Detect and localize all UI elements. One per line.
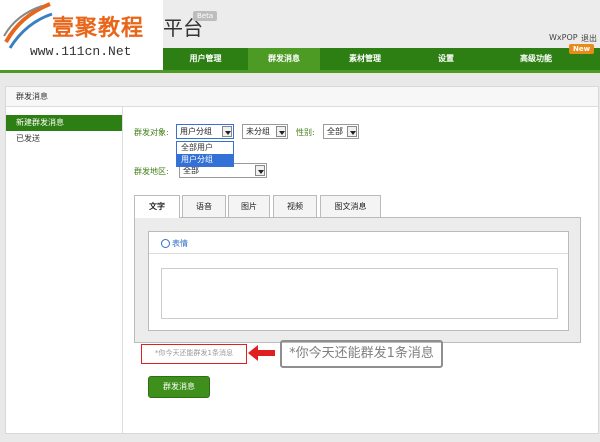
message-editor: 表情 <box>148 231 569 331</box>
send-mass-message-button[interactable]: 群发消息 <box>148 376 210 398</box>
header: 壹聚教程 www.111cn.Net 平台 Beta WxPOP 退出 用户管理… <box>0 0 600 70</box>
target-select[interactable]: 用户分组 <box>176 124 234 139</box>
site-logo[interactable]: 壹聚教程 www.111cn.Net <box>0 0 163 70</box>
emoji-button[interactable]: 表情 <box>172 238 188 249</box>
target-select-value: 用户分组 <box>180 127 212 136</box>
gender-label: 性别: <box>296 128 315 137</box>
main-nav: 用户管理 群发消息 素材管理 设置 高级功能 <box>163 48 600 70</box>
editor-toolbar: 表情 <box>149 232 568 254</box>
remaining-count-text: *你今天还能群发1条消息 <box>141 344 247 364</box>
nav-user-management[interactable]: 用户管理 <box>163 48 248 70</box>
sidebar: 新建群发消息 已发送 <box>6 107 123 434</box>
chevron-down-icon <box>276 126 286 137</box>
nav-mass-message[interactable]: 群发消息 <box>248 48 320 70</box>
sidebar-item-new-mass-message[interactable]: 新建群发消息 <box>6 115 122 131</box>
nav-settings[interactable]: 设置 <box>410 48 482 70</box>
tab-text[interactable]: 文字 <box>134 195 180 218</box>
target-option-all-users[interactable]: 全部用户 <box>177 142 233 154</box>
user-name-link[interactable]: WxPOP <box>549 33 578 42</box>
gender-select[interactable]: 全部 <box>323 124 359 139</box>
logo-url: www.111cn.Net <box>30 44 132 59</box>
group-select[interactable]: 未分组 <box>242 124 288 139</box>
target-label: 群发对象: <box>134 128 169 137</box>
emoji-icon[interactable] <box>161 239 170 248</box>
logout-link[interactable]: 退出 <box>581 33 597 44</box>
nav-material-management[interactable]: 素材管理 <box>320 48 410 70</box>
new-badge: New <box>569 44 595 54</box>
tab-news[interactable]: 图文消息 <box>320 195 381 217</box>
group-select-value: 未分组 <box>246 127 270 136</box>
tab-video[interactable]: 视频 <box>273 195 317 217</box>
remaining-count-callout: *你今天还能群发1条消息 <box>280 340 443 368</box>
region-label: 群发地区: <box>134 167 169 176</box>
gender-select-value: 全部 <box>327 127 343 136</box>
sidebar-item-sent[interactable]: 已发送 <box>6 131 122 147</box>
tab-voice[interactable]: 语音 <box>182 195 226 217</box>
tab-image[interactable]: 图片 <box>228 195 270 217</box>
region-select-value: 全部 <box>183 166 199 175</box>
arrow-left-icon <box>248 345 275 361</box>
chevron-down-icon <box>347 126 357 137</box>
beta-badge: Beta <box>193 11 218 21</box>
chevron-down-icon <box>222 126 232 137</box>
target-dropdown: 全部用户 用户分组 <box>176 141 234 167</box>
nav-underline <box>0 70 600 73</box>
panel-title: 群发消息 <box>6 87 598 107</box>
logo-text: 壹聚教程 <box>52 15 145 41</box>
message-textarea[interactable] <box>161 268 558 319</box>
target-option-user-group[interactable]: 用户分组 <box>177 154 233 166</box>
chevron-down-icon <box>255 165 265 176</box>
